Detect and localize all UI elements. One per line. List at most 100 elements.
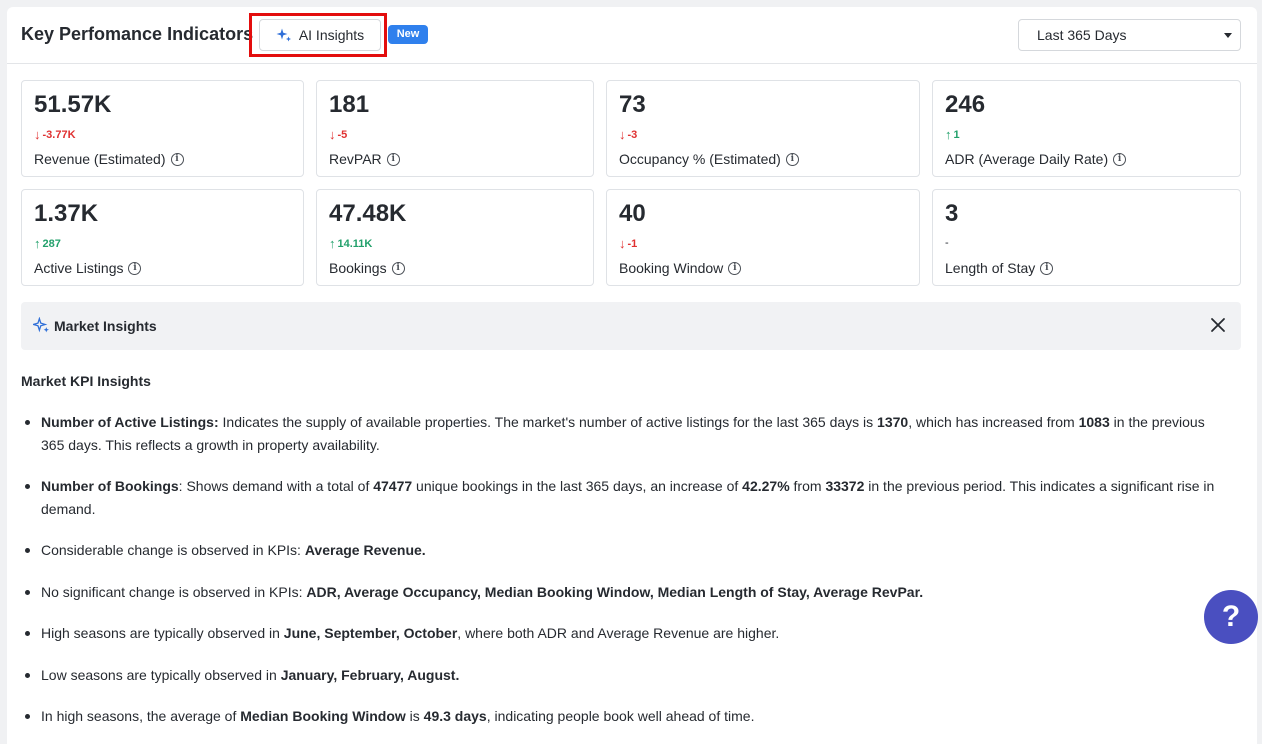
kpi-value: 40 [619,200,646,227]
insight-emphasis: 47477 [373,478,413,494]
kpi-label-text: ADR (Average Daily Rate) [945,151,1109,167]
kpi-card: 181 ↓ -5 RevPAR i [316,80,594,177]
help-button[interactable]: ? [1204,590,1258,644]
kpi-delta: ↑ 287 [34,237,61,250]
arrow-down-icon: ↓ [329,127,336,142]
period-select[interactable]: Last 365 Days [1018,19,1241,51]
kpi-value: 1.37K [34,200,99,227]
insight-emphasis: 42.27% [742,478,790,494]
kpi-delta-value: - [945,237,949,249]
kpi-label-text: Booking Window [619,260,724,276]
insight-bullet: Low seasons are typically observed in Ja… [21,664,1231,687]
insight-emphasis: June, September, October [283,625,458,641]
insights-heading: Market KPI Insights [21,373,151,389]
kpi-label-text: Bookings [329,260,387,276]
info-icon[interactable]: i [391,261,405,275]
insight-emphasis: Number of Bookings [41,478,179,494]
arrow-up-icon: ↑ [329,236,336,251]
kpi-label: Bookings i [329,260,405,276]
info-icon[interactable]: i [170,152,184,166]
kpi-delta-value: -3.77K [42,128,76,141]
kpi-delta-value: 287 [42,237,61,250]
kpi-panel: Key Perfomance Indicators AI Insights Ne… [7,7,1257,744]
sparkle-icon [276,28,291,42]
insight-text: , where both ADR and Average Revenue are… [457,625,780,641]
kpi-value: 47.48K [329,200,407,227]
kpi-label-text: Active Listings [34,260,124,276]
insight-text: unique bookings in the last 365 days, an… [412,478,743,494]
info-icon[interactable]: i [728,261,742,275]
kpi-value: 181 [329,91,370,118]
kpi-label-text: Revenue (Estimated) [34,151,166,167]
kpi-value: 246 [945,91,986,118]
new-badge: New [388,25,428,44]
kpi-delta: ↓ -3.77K [34,128,76,141]
arrow-down-icon: ↓ [619,236,626,251]
period-select-value: Last 365 Days [1037,27,1127,43]
kpi-delta-value: 1 [953,128,960,141]
insight-bullet: In high seasons, the average of Median B… [21,705,1231,728]
kpi-delta-value: 14.11K [337,237,373,250]
insight-text: In high seasons, the average of [41,708,241,724]
kpi-delta-value: -1 [627,237,638,250]
kpi-value: 51.57K [34,91,112,118]
kpi-delta: ↓ -1 [619,237,637,250]
panel-header: Key Perfomance Indicators AI Insights Ne… [7,7,1257,64]
market-insights-title: Market Insights [33,317,157,334]
insight-emphasis: January, February, August. [280,666,460,683]
info-icon[interactable]: i [386,152,400,166]
close-icon[interactable] [1209,316,1227,334]
insight-bullet: Considerable change is observed in KPIs:… [21,539,1231,562]
kpi-delta-value: -5 [337,128,348,141]
insight-emphasis: ADR, Average Occupancy, Median Booking W… [306,583,924,600]
info-icon[interactable]: i [785,152,799,166]
insight-text: High seasons are typically observed in [41,625,284,641]
arrow-up-icon: ↑ [34,236,41,251]
ai-insights-button[interactable]: AI Insights [259,19,381,51]
chevron-down-icon [1224,33,1232,38]
insight-text: from [789,478,826,494]
kpi-label: Active Listings i [34,260,142,276]
insight-text: Considerable change is observed in KPIs: [41,542,305,558]
insight-emphasis: Median Booking Window [240,708,406,724]
kpi-label: Booking Window i [619,260,742,276]
arrow-down-icon: ↓ [34,127,41,142]
arrow-up-icon: ↑ [945,127,952,142]
kpi-label: Revenue (Estimated) i [34,151,184,167]
kpi-label-text: Occupancy % (Estimated) [619,151,781,167]
insight-bullet: Number of Bookings: Shows demand with a … [21,475,1231,520]
insight-emphasis: Number of Active Listings: [41,414,219,430]
kpi-card: 51.57K ↓ -3.77K Revenue (Estimated) i [21,80,304,177]
kpi-card: 40 ↓ -1 Booking Window i [606,189,920,286]
insight-bullet: Number of Active Listings: Indicates the… [21,411,1231,456]
market-insights-label: Market Insights [54,317,157,334]
insight-emphasis: 1370 [877,414,909,430]
kpi-label-text: Length of Stay [945,260,1036,276]
market-insights-bar: Market Insights [21,302,1241,350]
insights-list: Number of Active Listings: Indicates the… [21,411,1231,744]
kpi-card: 3 - Length of Stay i [932,189,1241,286]
kpi-label-text: RevPAR [329,151,382,167]
insight-bullet: High seasons are typically observed in J… [21,622,1231,645]
insight-emphasis: 33372 [825,478,865,494]
kpi-delta: ↑ 1 [945,128,960,141]
insight-text: No significant change is observed in KPI… [41,583,307,600]
insight-text: : Shows demand with a total of [178,478,374,494]
kpi-value: 73 [619,91,646,118]
insight-text: , indicating people book well ahead of t… [486,708,755,724]
kpi-delta: - [945,237,949,249]
insight-bullet: No significant change is observed in KPI… [21,581,1231,604]
info-icon[interactable]: i [128,261,142,275]
page-title: Key Perfomance Indicators [21,24,254,44]
info-icon[interactable]: i [1040,261,1054,275]
kpi-label: RevPAR i [329,151,400,167]
info-icon[interactable]: i [1113,152,1127,166]
insight-text: , which has increased from [908,414,1079,430]
kpi-label: ADR (Average Daily Rate) i [945,151,1127,167]
kpi-value: 3 [945,200,959,227]
kpi-delta-value: -3 [627,128,638,141]
kpi-delta: ↓ -5 [329,128,347,141]
insight-emphasis: 49.3 days [423,708,487,724]
ai-insights-label: AI Insights [298,27,365,43]
kpi-label: Length of Stay i [945,260,1054,276]
